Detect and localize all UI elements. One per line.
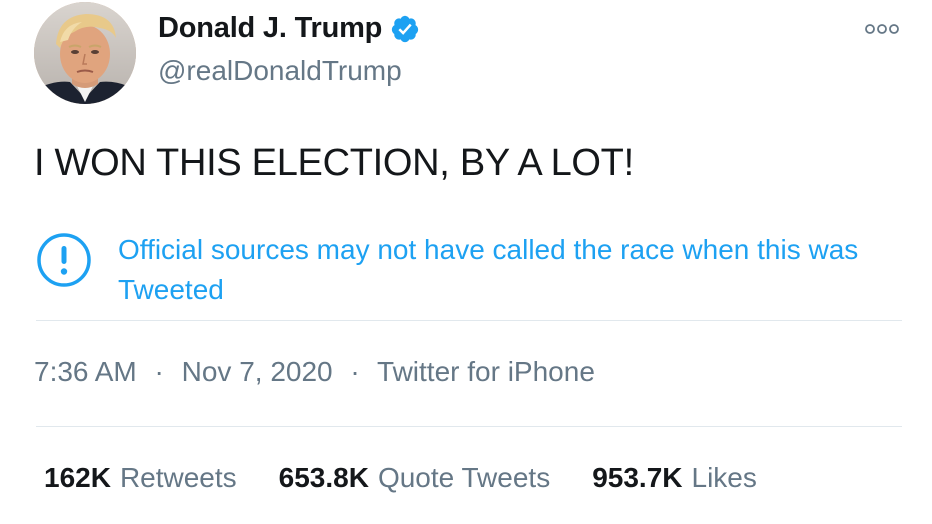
more-options-icon[interactable] [864,22,900,36]
tweet-stats: 162K Retweets 653.8K Quote Tweets 953.7K… [44,462,757,494]
quote-tweets-count: 653.8K [278,462,369,493]
divider [36,320,902,321]
avatar-photo [34,2,136,104]
display-name[interactable]: Donald J. Trump [158,12,382,45]
notice-text[interactable]: Official sources may not have called the… [118,230,878,310]
info-exclamation-icon [36,232,92,288]
author-name-row: Donald J. Trump [158,12,420,45]
quote-tweets-stat[interactable]: 653.8K Quote Tweets [279,462,551,494]
retweets-count: 162K [44,462,111,493]
meta-separator: · [154,356,164,387]
meta-separator: · [350,356,360,387]
tweet-card: Donald J. Trump @realDonaldTrump I WON T… [0,0,932,524]
verified-badge-icon [390,14,420,44]
tweet-meta: 7:36 AM · Nov 7, 2020 · Twitter for iPho… [34,356,595,388]
likes-count: 953.7K [592,462,683,493]
user-handle[interactable]: @realDonaldTrump [158,55,402,87]
tweet-source[interactable]: Twitter for iPhone [377,356,595,387]
likes-stat[interactable]: 953.7K Likes [592,462,757,494]
likes-label: Likes [691,462,757,493]
retweets-label: Retweets [119,462,237,493]
tweet-time[interactable]: 7:36 AM [34,356,137,387]
tweet-text: I WON THIS ELECTION, BY A LOT! [34,142,634,184]
avatar[interactable] [34,2,136,104]
retweets-stat[interactable]: 162K Retweets [44,462,237,494]
divider [36,426,902,427]
tweet-date[interactable]: Nov 7, 2020 [182,356,333,387]
quote-tweets-label: Quote Tweets [377,462,551,493]
